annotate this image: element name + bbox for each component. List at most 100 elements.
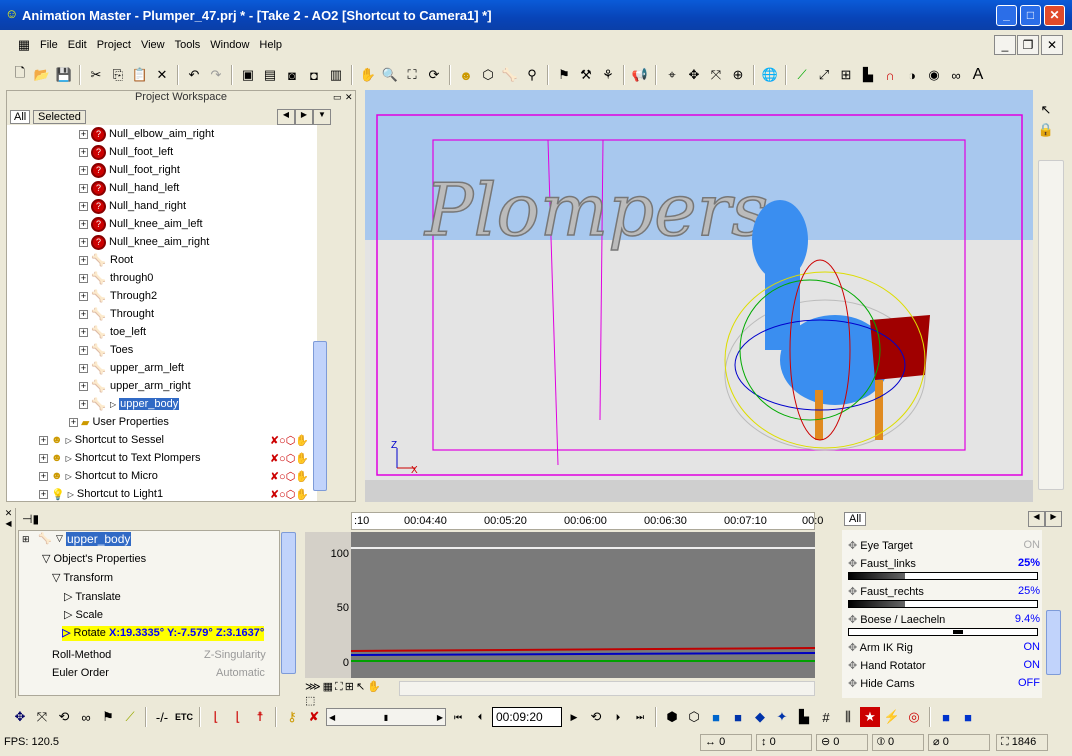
tree-item[interactable]: + 🦴 upper_arm_right <box>79 377 191 395</box>
expand-icon[interactable]: + <box>39 471 48 481</box>
spline-icon[interactable]: ⟋ <box>792 65 812 85</box>
character-icon[interactable]: ☻ <box>456 65 476 85</box>
mdi-close-button[interactable]: ✕ <box>1041 35 1063 55</box>
delete-icon[interactable]: ✕ <box>152 65 172 85</box>
tab-all[interactable]: All <box>844 512 867 526</box>
expand-arrow-icon[interactable]: ▷ <box>66 454 72 463</box>
muscle-icon[interactable]: ⚲ <box>522 65 542 85</box>
pose-item[interactable]: ✥ Faust_rechts 25% <box>848 582 1040 600</box>
tree-item[interactable]: + 🦴 ▷ upper_body <box>79 395 180 413</box>
expand-icon[interactable]: + <box>79 237 88 247</box>
move-handle-icon[interactable]: ✥ <box>848 540 857 552</box>
pose-item[interactable]: ✥ Hand Rotator ON <box>848 656 1040 674</box>
expand-icon[interactable]: ⊞ <box>22 534 30 545</box>
move-handle-icon[interactable]: ✥ <box>848 586 857 598</box>
tab-all[interactable]: All <box>10 110 31 124</box>
tree-item[interactable]: + 🦴 Throught <box>79 305 154 323</box>
tab-scroll-left[interactable]: ◀ <box>277 109 295 125</box>
tree-item-shortcut[interactable]: + ☻ ▷ Shortcut to Micro ✘○⬡✋ <box>39 467 309 485</box>
filmstrip-icon[interactable]: ▥ <box>326 65 346 85</box>
translate-mode-icon[interactable]: ✥ <box>10 707 30 727</box>
translate-row[interactable]: ▷ Translate <box>64 590 121 603</box>
expand-arrow-icon[interactable]: ▷ <box>68 490 74 499</box>
delete-key-icon[interactable]: ✘ <box>304 707 324 727</box>
expand-icon[interactable]: + <box>79 165 88 175</box>
ik-icon[interactable]: ⌊ <box>206 707 226 727</box>
expand-icon[interactable]: + <box>39 435 48 445</box>
expand-icon[interactable]: + <box>79 309 88 319</box>
play-icon[interactable]: ▶ <box>564 707 584 727</box>
viewport[interactable]: Plompers Z X <box>365 90 1033 502</box>
move-handle-icon[interactable]: ✥ <box>848 678 857 690</box>
lathe-icon[interactable]: ◑ <box>902 65 922 85</box>
cut-icon[interactable]: ✂ <box>86 65 106 85</box>
channel-graph[interactable] <box>351 532 815 678</box>
muscle-mode-icon[interactable]: ⚒ <box>576 65 596 85</box>
model-icon[interactable]: ⬡ <box>478 65 498 85</box>
figure-icon[interactable]: ☨ <box>250 707 270 727</box>
shortcut-tools-icons[interactable]: ✘○⬡✋ <box>270 488 309 501</box>
pose-value[interactable]: 25% <box>1018 585 1040 597</box>
properties-scrollbar[interactable] <box>281 532 296 674</box>
scale-icon[interactable]: ⤧ <box>706 65 726 85</box>
cube-shaded-icon[interactable]: ■ <box>728 707 748 727</box>
timeline-hscrollbar[interactable] <box>399 681 815 696</box>
mdi-restore-button[interactable]: ❐ <box>1017 35 1039 55</box>
close-button[interactable]: ✕ <box>1044 5 1065 26</box>
mdi-minimize-button[interactable]: _ <box>994 35 1016 55</box>
cube-red-icon[interactable]: ■ <box>936 707 956 727</box>
tree-item[interactable]: +? Null_hand_right <box>79 197 186 215</box>
expand-icon[interactable]: + <box>79 129 88 139</box>
pose-item[interactable]: ✥ Arm IK Rig ON <box>848 638 1040 656</box>
camera-icon[interactable]: ◙ <box>282 65 302 85</box>
expand-arrow-icon[interactable]: ▷ <box>66 472 72 481</box>
rotate-value[interactable]: X:19.3335° Y:-7.579° Z:3.1637° <box>109 627 264 639</box>
menu-edit[interactable]: Edit <box>64 37 91 53</box>
cube-blue-icon[interactable]: ■ <box>958 707 978 727</box>
workspace-scrollbar[interactable] <box>313 341 327 491</box>
pose-item[interactable]: ✥ Eye Target ON <box>848 536 1040 554</box>
expand-icon[interactable]: + <box>79 147 88 157</box>
shaded-icon[interactable]: ⬢ <box>662 707 682 727</box>
expand-arrow-icon[interactable]: ▷ <box>66 436 72 445</box>
tree-item[interactable]: +? Null_foot_right <box>79 161 180 179</box>
tree-item[interactable]: + 🦴 through0 <box>79 269 153 287</box>
lock-icon[interactable]: 🔒 <box>1036 120 1056 140</box>
expand-icon[interactable]: + <box>39 453 48 463</box>
shortcut-tools-icons[interactable]: ✘○⬡✋ <box>270 470 309 483</box>
expand-icon[interactable]: + <box>79 255 88 265</box>
pose-value[interactable]: 9.4% <box>1015 613 1040 625</box>
open-icon[interactable]: 📂 <box>32 65 52 85</box>
bone-icon[interactable]: 🦴 <box>500 65 520 85</box>
key-icon[interactable]: ⚷ <box>282 707 302 727</box>
tree-item[interactable]: +? Null_knee_aim_right <box>79 233 209 251</box>
path-icon[interactable]: ⟋ <box>120 707 140 727</box>
properties-collapse-icon[interactable]: ◀ <box>2 519 15 528</box>
skeletal-icon[interactable]: ⚑ <box>554 65 574 85</box>
tree-item-shortcut[interactable]: + ☻ ▷ Shortcut to Text Plompers ✘○⬡✋ <box>39 449 309 467</box>
hair-icon[interactable]: ⫼ <box>838 707 858 727</box>
normals-icon[interactable]: ✦ <box>772 707 792 727</box>
grid-view-icon[interactable]: # <box>816 707 836 727</box>
pose-scrollbar[interactable] <box>1046 610 1061 675</box>
render-settings-icon[interactable]: ▤ <box>260 65 280 85</box>
expand-icon[interactable]: + <box>79 273 88 283</box>
pose-item[interactable]: ✥ Boese / Laecheln 9.4% <box>848 610 1040 628</box>
redo-icon[interactable]: ↷ <box>206 65 226 85</box>
render-icon[interactable]: ▣ <box>238 65 258 85</box>
menu-file[interactable]: File <box>36 37 62 53</box>
pose-value[interactable]: ON <box>1024 641 1041 653</box>
expand-icon[interactable]: + <box>79 381 88 391</box>
tab-selected[interactable]: Selected <box>33 110 86 124</box>
move-handle-icon[interactable]: ✥ <box>848 660 857 672</box>
pose-value[interactable]: OFF <box>1018 677 1040 689</box>
scale-row[interactable]: ▷ Scale <box>64 608 103 621</box>
pose-icon[interactable]: ⚘ <box>598 65 618 85</box>
tree-item[interactable]: +? Null_hand_left <box>79 179 179 197</box>
expand-arrow-icon[interactable]: ▷ <box>110 400 116 409</box>
current-time-field[interactable]: 00:09:20 <box>492 707 562 727</box>
tab-dropdown[interactable]: ▼ <box>313 109 331 125</box>
rotate-mode-icon[interactable]: ⟲ <box>54 707 74 727</box>
bias-icon[interactable]: ⤢ <box>814 65 834 85</box>
last-frame-icon[interactable]: ⏭ <box>630 707 650 727</box>
